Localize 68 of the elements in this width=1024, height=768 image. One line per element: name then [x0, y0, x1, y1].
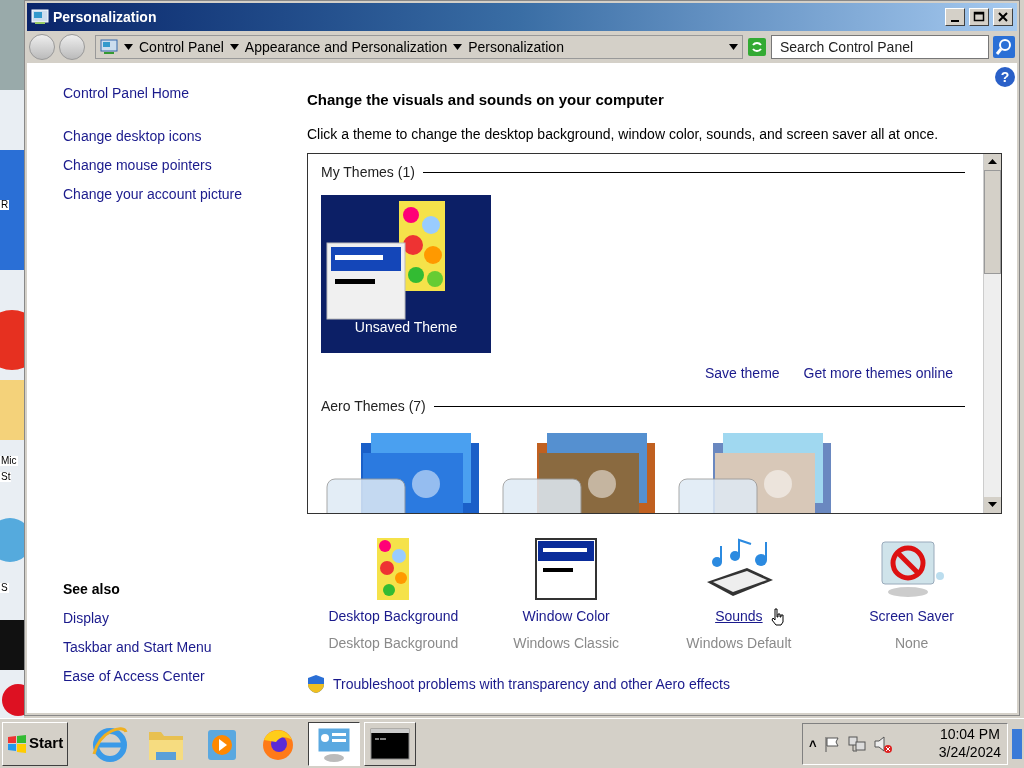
show-desktop-button[interactable] — [1012, 728, 1022, 759]
sidebar-link[interactable]: Change mouse pointers — [63, 155, 307, 176]
setting-link[interactable]: Window Color — [522, 605, 610, 627]
setting-link[interactable]: Desktop Background — [328, 605, 459, 627]
flag-icon[interactable] — [822, 734, 841, 753]
scroll-thumb[interactable] — [984, 169, 1001, 274]
maximize-button[interactable] — [969, 8, 989, 26]
desktop-icon-label: S — [0, 583, 9, 593]
window-title: Personalization — [53, 7, 158, 27]
search-field[interactable]: Search Control Panel — [771, 35, 989, 59]
dropdown-arrow-icon[interactable] — [124, 44, 133, 50]
setting-link[interactable]: Sounds — [715, 605, 763, 627]
setting-value: Windows Classic — [513, 633, 620, 653]
terminal-icon — [370, 727, 411, 760]
minimize-icon — [951, 20, 959, 22]
breadcrumb-link[interactable]: Appearance and Personalization — [244, 36, 448, 58]
troubleshoot-link[interactable]: Troubleshoot problems with transparency and other Aero effects — [333, 673, 730, 695]
theme-tile[interactable]: Unsaved Theme — [321, 194, 491, 353]
dropdown-arrow-icon[interactable] — [729, 44, 738, 50]
scrollbar[interactable] — [983, 153, 1001, 513]
refresh-icon[interactable] — [747, 37, 767, 57]
muted-speaker-icon[interactable] — [872, 733, 893, 754]
close-button[interactable] — [993, 8, 1013, 26]
setting-link[interactable]: Screen Saver — [869, 605, 955, 627]
clock-time: 10:04 PM — [939, 726, 1000, 744]
theme-link[interactable]: Get more themes online — [803, 362, 953, 384]
control-panel-icon — [100, 39, 118, 55]
see-also-link[interactable]: Display — [63, 608, 307, 629]
windows-logo-icon — [7, 734, 27, 753]
scroll-down-icon[interactable] — [988, 502, 997, 507]
group-heading: Aero Themes (7) — [321, 396, 426, 416]
group-heading: My Themes (1) — [321, 162, 415, 182]
search-icon[interactable] — [993, 36, 1015, 58]
desktop-icon-label: R — [0, 200, 10, 210]
sidebar-link[interactable]: Change desktop icons — [63, 126, 307, 147]
taskbar-app[interactable] — [308, 721, 361, 766]
dropdown-arrow-icon[interactable] — [453, 44, 463, 50]
desktop-icon-label: St — [0, 472, 12, 482]
sidebar-link[interactable]: Control Panel Home — [63, 83, 307, 104]
tray-expand-button[interactable]: ˄ — [809, 733, 817, 754]
breadcrumb-link[interactable]: Control Panel — [139, 36, 224, 58]
close-icon — [996, 10, 1010, 24]
help-button[interactable]: ? — [995, 67, 1015, 87]
page-heading: Change the visuals and sounds on your computer — [307, 90, 665, 110]
scroll-up-icon[interactable] — [988, 159, 997, 164]
see-also-heading: See also — [63, 580, 121, 599]
window-color-icon — [535, 537, 598, 600]
maximize-icon — [972, 10, 986, 24]
setting-value: Desktop Background — [328, 633, 459, 653]
setting-value: Windows Default — [686, 633, 792, 653]
clock-date: 3/24/2024 — [938, 743, 1001, 761]
see-also-link[interactable]: Taskbar and Start Menu — [63, 637, 307, 658]
setting-value: None — [894, 633, 929, 653]
control-panel-icon — [31, 8, 49, 26]
breadcrumb-link[interactable]: Personalization — [468, 36, 564, 58]
start-button[interactable]: Start — [2, 721, 69, 766]
sidebar-link[interactable]: Change your account picture — [63, 184, 307, 205]
see-also-link[interactable]: Ease of Access Center — [63, 666, 307, 687]
address-bar[interactable]: Control Panel Appearance and Personalization Personalization — [95, 35, 743, 59]
network-icon[interactable] — [846, 734, 867, 753]
minimize-button[interactable] — [945, 8, 965, 26]
shield-icon — [307, 674, 325, 694]
hand-cursor-icon — [770, 607, 785, 626]
page-description: Click a theme to change the desktop background, window color, sounds, and screen saver all at once. — [307, 124, 940, 144]
wallpaper-thumbnail-icon — [377, 537, 410, 600]
theme-link[interactable]: Save theme — [704, 362, 780, 384]
dropdown-arrow-icon[interactable] — [229, 44, 239, 50]
desktop-icon-label: Mic — [0, 456, 18, 466]
